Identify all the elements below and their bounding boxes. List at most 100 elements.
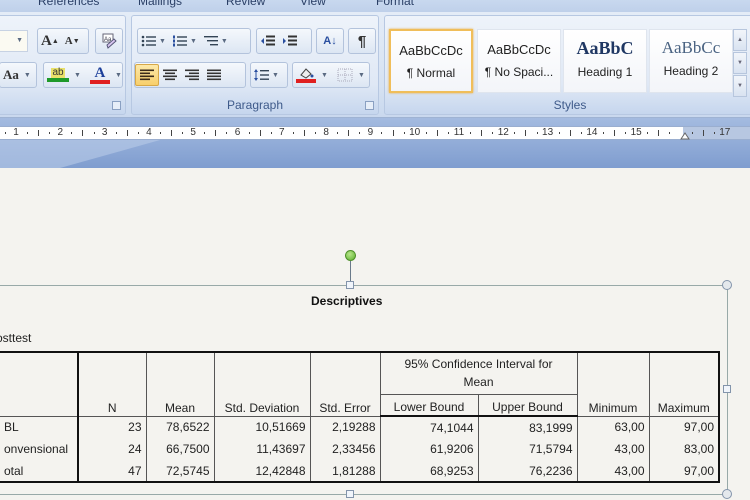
font-dialog-launcher[interactable] [112,101,121,110]
ruler-tick [348,130,350,136]
indent-buttons [256,28,312,54]
style-normal[interactable]: AaBbCcDc ¶ Normal [389,29,473,93]
align-left-icon [140,69,154,81]
increase-indent-button[interactable] [279,30,301,52]
table-cell: 97,00 [648,460,720,482]
styles-group: AaBbCcDc ¶ Normal AaBbCcDc ¶ No Spaci...… [384,15,750,115]
tab-format[interactable]: Format [376,0,414,8]
justify-button[interactable] [203,64,225,86]
shrink-font-button[interactable]: A ▼ [62,30,83,52]
paragraph-dialog-launcher[interactable] [365,101,374,110]
resize-handle-bottom-right[interactable] [722,489,732,499]
sort-button[interactable]: A↓ [316,28,344,54]
col-header-mean: Mean [145,351,215,417]
font-color-button[interactable]: A [87,64,113,86]
shading-button[interactable] [293,64,319,86]
paragraph-group: ▼ ▼ ▼ A↓ ¶ ▼ ▼ ▼ Paragraph [131,15,379,115]
ruler-dot [315,132,317,134]
ruler-dot [93,132,95,134]
style-heading-2[interactable]: AaBbCc Heading 2 [649,29,733,93]
resize-handle-right[interactable] [723,385,731,393]
borders-button[interactable] [334,64,356,86]
borders-dropdown[interactable]: ▼ [358,72,365,79]
table-cell: 1,81288 [309,460,381,482]
style-heading-1[interactable]: AaBbC Heading 1 [563,29,647,93]
rotate-handle[interactable] [345,250,356,261]
ruler-shadow [0,140,160,168]
ruler-number: 13 [542,127,554,138]
justify-icon [207,69,221,81]
col-header-std-deviation: Std. Deviation [213,351,311,417]
tab-review[interactable]: Review [226,0,265,8]
font-color-bar [89,79,110,84]
numbering-button[interactable]: ▼ [169,30,200,52]
table-title: Descriptives [311,294,383,308]
font-color-dropdown[interactable]: ▼ [115,72,122,79]
row-label: onvensional [0,438,79,460]
align-right-button[interactable] [181,64,203,86]
ruler-tick [614,130,616,136]
highlight-color-bar [47,78,69,82]
highlight-dropdown[interactable]: ▼ [74,72,81,79]
bullets-button[interactable]: ▼ [138,30,169,52]
decrease-indent-button[interactable] [257,30,279,52]
table-cell: 72,5745 [145,460,215,482]
resize-handle-top-right[interactable] [722,280,732,290]
ruler-dot [359,132,361,134]
col-header-minimum: Minimum [576,351,650,417]
shading-dropdown[interactable]: ▼ [321,72,328,79]
multilevel-list-button[interactable]: ▼ [200,30,231,52]
ruler-number: 2 [57,127,64,138]
ruler-tick [126,130,128,136]
table-cell: 71,5794 [477,438,578,460]
align-left-button[interactable] [135,64,159,86]
right-indent-marker[interactable] [680,131,690,140]
highlight-button[interactable]: ab [44,64,72,86]
ruler-margin [683,127,750,139]
grow-font-button[interactable]: A ▲ [38,30,62,52]
col-header-upper-bound: Upper Bound [477,393,578,417]
resize-handle-top[interactable] [346,281,354,289]
table-cell: 74,1044 [379,416,479,438]
ruler-dot [580,132,582,134]
ruler-dot [248,132,250,134]
change-case-button[interactable]: Aa ▼ [0,62,37,88]
ruler-area: 1 2 3 4 5 6 7 8 9 10 11 12 13 14 15 17 [0,118,750,168]
ruler-dot [204,132,206,134]
ruler-dot [182,132,184,134]
tab-view[interactable]: View [300,0,326,8]
decrease-indent-icon [261,35,275,46]
horizontal-ruler[interactable]: 1 2 3 4 5 6 7 8 9 10 11 12 13 14 15 17 [0,126,750,140]
ruler-dot [115,132,117,134]
style-no-spacing[interactable]: AaBbCcDc ¶ No Spaci... [477,29,561,93]
clear-formatting-button[interactable]: Aa [95,28,123,54]
col-header-lower-bound: Lower Bound [379,393,479,417]
resize-handle-bottom[interactable] [346,490,354,498]
ruler-dot [536,132,538,134]
show-marks-button[interactable]: ¶ [348,28,376,54]
ribbon: ▼ A ▲ A ▼ Aa Aa ▼ ab ▼ A ▼ ▼ ▼ ▼ A↓ ¶ ▼ … [0,12,750,118]
align-center-icon [163,69,177,81]
line-spacing-button[interactable]: ▼ [250,62,288,88]
rotate-line [350,261,351,281]
tab-references[interactable]: References [38,0,99,8]
gallery-down-button[interactable]: ▼ [733,52,747,74]
ruler-dot [226,132,228,134]
line-spacing-icon [254,69,269,81]
font-color-icon: A [94,64,106,81]
ruler-tick [569,130,571,136]
font-size-box[interactable]: ▼ [0,30,28,52]
align-center-button[interactable] [159,64,181,86]
table-cell: 11,43697 [213,438,311,460]
ruler-tick [38,130,40,136]
ruler-dot [669,132,671,134]
ruler-dot [49,132,51,134]
ruler-number: 9 [367,127,374,138]
gallery-more-button[interactable]: ▼ [733,75,747,97]
ruler-number: 11 [453,127,465,138]
tab-mailings[interactable]: Mailings [138,0,182,8]
table-cell: 43,00 [576,438,650,460]
ruler-dot [4,132,6,134]
ruler-dot [470,132,472,134]
gallery-up-button[interactable]: ▲ [733,29,747,51]
